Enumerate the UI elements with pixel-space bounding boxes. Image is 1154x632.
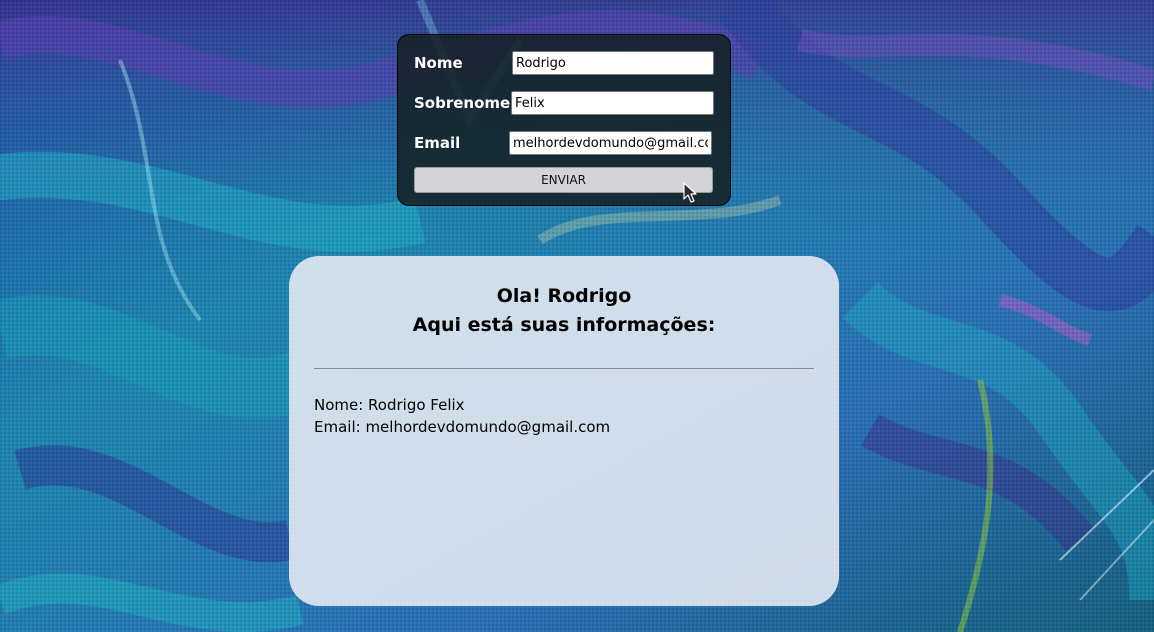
mouse-pointer-icon [683,182,697,203]
email-line: Email: melhordevdomundo@gmail.com [314,418,611,436]
card-heading: Ola! Rodrigo Aqui está suas informações: [289,282,839,340]
name-line: Nome: Rodrigo Felix [314,396,465,414]
signup-form: Nome Sobrenome Email ENVIAR [397,34,731,206]
nome-input[interactable] [512,51,714,75]
subtitle-text: Aqui está suas informações: [412,314,716,336]
user-info: Nome: Rodrigo Felix Email: melhordevdomu… [314,394,610,438]
nome-label: Nome [414,54,463,72]
result-card: Ola! Rodrigo Aqui está suas informações:… [289,256,839,606]
email-input[interactable] [509,131,712,155]
email-label: Email [414,134,461,152]
sobrenome-input[interactable] [511,91,714,115]
greeting-text: Ola! Rodrigo [496,285,632,307]
divider [314,368,814,369]
sobrenome-label: Sobrenome [414,94,511,112]
enviar-button[interactable]: ENVIAR [414,167,713,193]
